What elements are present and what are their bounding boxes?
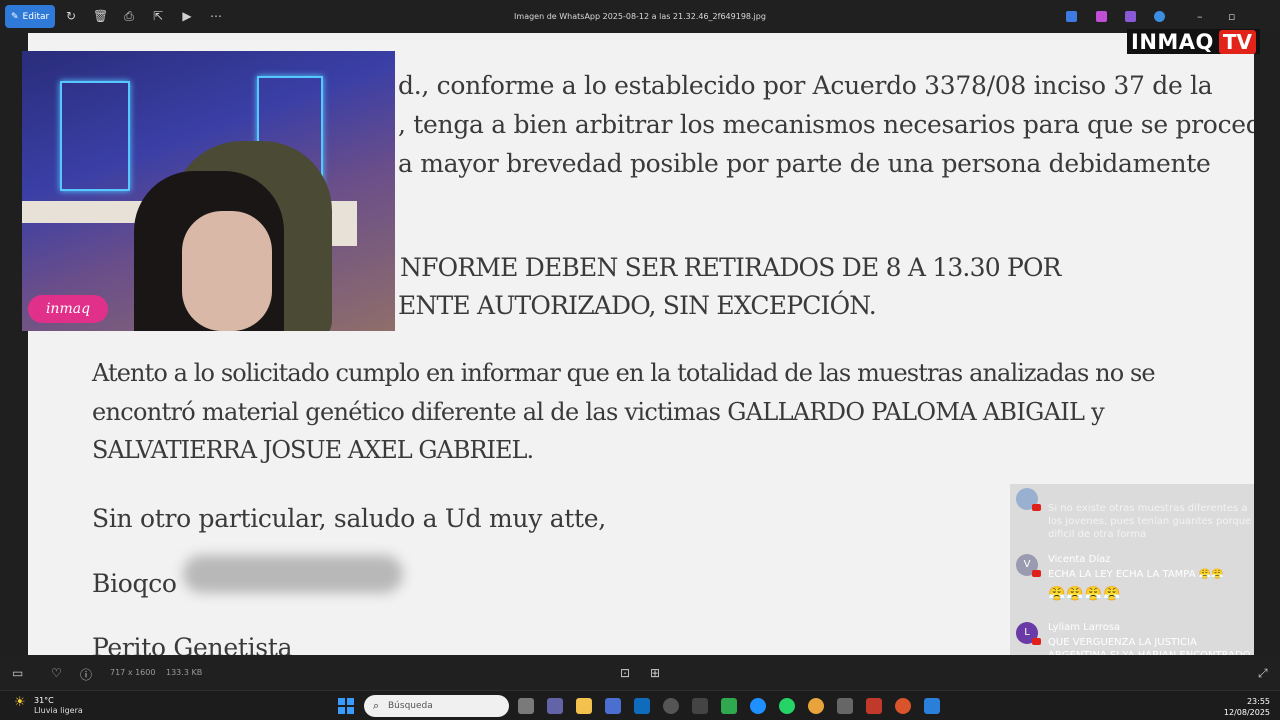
- avatar: L: [1016, 622, 1041, 645]
- chat-message: Si no existe otras muestras diferentes a…: [1016, 488, 1252, 544]
- weather-desc: Lluvia ligera: [34, 706, 83, 715]
- app-icon-3[interactable]: [1125, 11, 1136, 22]
- doc-line: Sin otro particular, saludo a Ud muy att…: [92, 504, 606, 533]
- viewer-toolbar: ✎ Editar ↻ 🗑 ⎙ ⇱ ▶ ⋯ Imagen de WhatsApp …: [0, 0, 1280, 33]
- chat-message: V Vicenta Díaz ECHA LA LEY ECHA LA TAMPA…: [1016, 554, 1252, 616]
- onedrive-icon[interactable]: [1154, 11, 1165, 22]
- streamer-badge: inmaq: [28, 295, 108, 323]
- streamer-face: [182, 211, 272, 331]
- avatar: [1016, 488, 1041, 511]
- redacted-name: [183, 555, 403, 593]
- shelf: [22, 201, 152, 223]
- doc-line: encontró material genético diferente al …: [92, 398, 1105, 426]
- fullscreen-icon[interactable]: ⤢: [1258, 666, 1268, 681]
- minimize-icon[interactable]: –: [1197, 10, 1203, 23]
- maximize-icon[interactable]: ▫: [1228, 10, 1235, 23]
- store-icon[interactable]: [605, 698, 621, 714]
- chat-author: Vicenta Díaz: [1048, 554, 1111, 565]
- favorite-icon[interactable]: ♡: [51, 666, 62, 680]
- chrome-icon[interactable]: [808, 698, 824, 714]
- app-icon-e[interactable]: [866, 698, 882, 714]
- webcam-overlay: [22, 51, 395, 331]
- clock-time: 23:55: [1246, 697, 1270, 706]
- app-icon-d[interactable]: [837, 698, 853, 714]
- app-icon-2[interactable]: [1096, 11, 1107, 22]
- app-icon-1[interactable]: [1066, 11, 1077, 22]
- clock-date: 12/08/2025: [1223, 708, 1270, 717]
- youtube-icon: [1032, 570, 1041, 577]
- avatar: V: [1016, 554, 1041, 577]
- chat-author: Lyliam Larrosa: [1048, 622, 1121, 633]
- doc-line: , tenga a bien arbitrar los mecanismos n…: [398, 110, 1254, 139]
- app-icon-f[interactable]: [895, 698, 911, 714]
- search-placeholder: Búsqueda: [388, 701, 433, 711]
- doc-line: d., conforme a lo establecido por Acuerd…: [398, 71, 1213, 100]
- windows-start-icon[interactable]: [338, 698, 354, 714]
- weather-temp: 31°C: [34, 696, 54, 705]
- filmstrip-icon[interactable]: ▭: [12, 666, 23, 680]
- whatsapp-icon[interactable]: [779, 698, 795, 714]
- taskbar-search[interactable]: ⌕ Búsqueda: [364, 695, 509, 717]
- search-icon: ⌕: [373, 699, 380, 712]
- system-clock[interactable]: 23:55 12/08/2025: [1224, 696, 1270, 718]
- youtube-icon: [1032, 504, 1041, 511]
- logo-tv: TV: [1218, 29, 1257, 54]
- viewer-statusbar: ▭ ♡ ⓘ 717 x 1600 133.3 KB ⊡ ⊞ ⤢: [0, 655, 1280, 690]
- doc-line: Perito Genetista: [92, 633, 293, 655]
- window-title: Imagen de WhatsApp 2025-08-12 a las 21.3…: [514, 12, 766, 21]
- edge-icon[interactable]: [750, 698, 766, 714]
- channel-logo: INMAQ TV: [1127, 29, 1261, 54]
- info-icon[interactable]: ⓘ: [80, 666, 92, 683]
- doc-line: Bioqco: [92, 569, 177, 598]
- actual-size-icon[interactable]: ⊞: [650, 666, 660, 680]
- youtube-icon: [1032, 638, 1041, 645]
- doc-line: SALVATIERRA JOSUE AXEL GABRIEL.: [92, 436, 534, 464]
- doc-line: NFORME DEBEN SER RETIRADOS DE 8 A 13.30 …: [400, 253, 1061, 282]
- weather-icon: ☀: [14, 695, 26, 710]
- neon-frame: [60, 81, 130, 191]
- teams-icon[interactable]: [547, 698, 563, 714]
- outlook-icon[interactable]: [634, 698, 650, 714]
- chat-text: Si no existe otras muestras diferentes a…: [1048, 503, 1252, 540]
- chat-emojis: 😤😤😤😤: [1048, 586, 1122, 602]
- task-view-icon[interactable]: [518, 698, 534, 714]
- app-icon-c[interactable]: [721, 698, 737, 714]
- image-dimensions: 717 x 1600: [110, 668, 156, 677]
- file-size: 133.3 KB: [166, 668, 203, 677]
- logo-brand: INMAQ: [1131, 29, 1214, 54]
- doc-line: a mayor brevedad posible por parte de un…: [398, 149, 1211, 178]
- app-icon-b[interactable]: [692, 698, 708, 714]
- photos-icon[interactable]: [924, 698, 940, 714]
- doc-line: ENTE AUTORIZADO, SIN EXCEPCIÓN.: [398, 291, 877, 320]
- taskbar: ☀ 31°C Lluvia ligera ⌕ Búsqueda 23:55 12…: [0, 690, 1280, 720]
- doc-line: Atento a lo solicitado cumplo en informa…: [92, 359, 1156, 387]
- file-explorer-icon[interactable]: [576, 698, 592, 714]
- chat-text: ECHA LA LEY ECHA LA TAMPA 😤😤: [1048, 569, 1224, 580]
- app-icon-a[interactable]: [663, 698, 679, 714]
- fit-icon[interactable]: ⊡: [620, 666, 630, 680]
